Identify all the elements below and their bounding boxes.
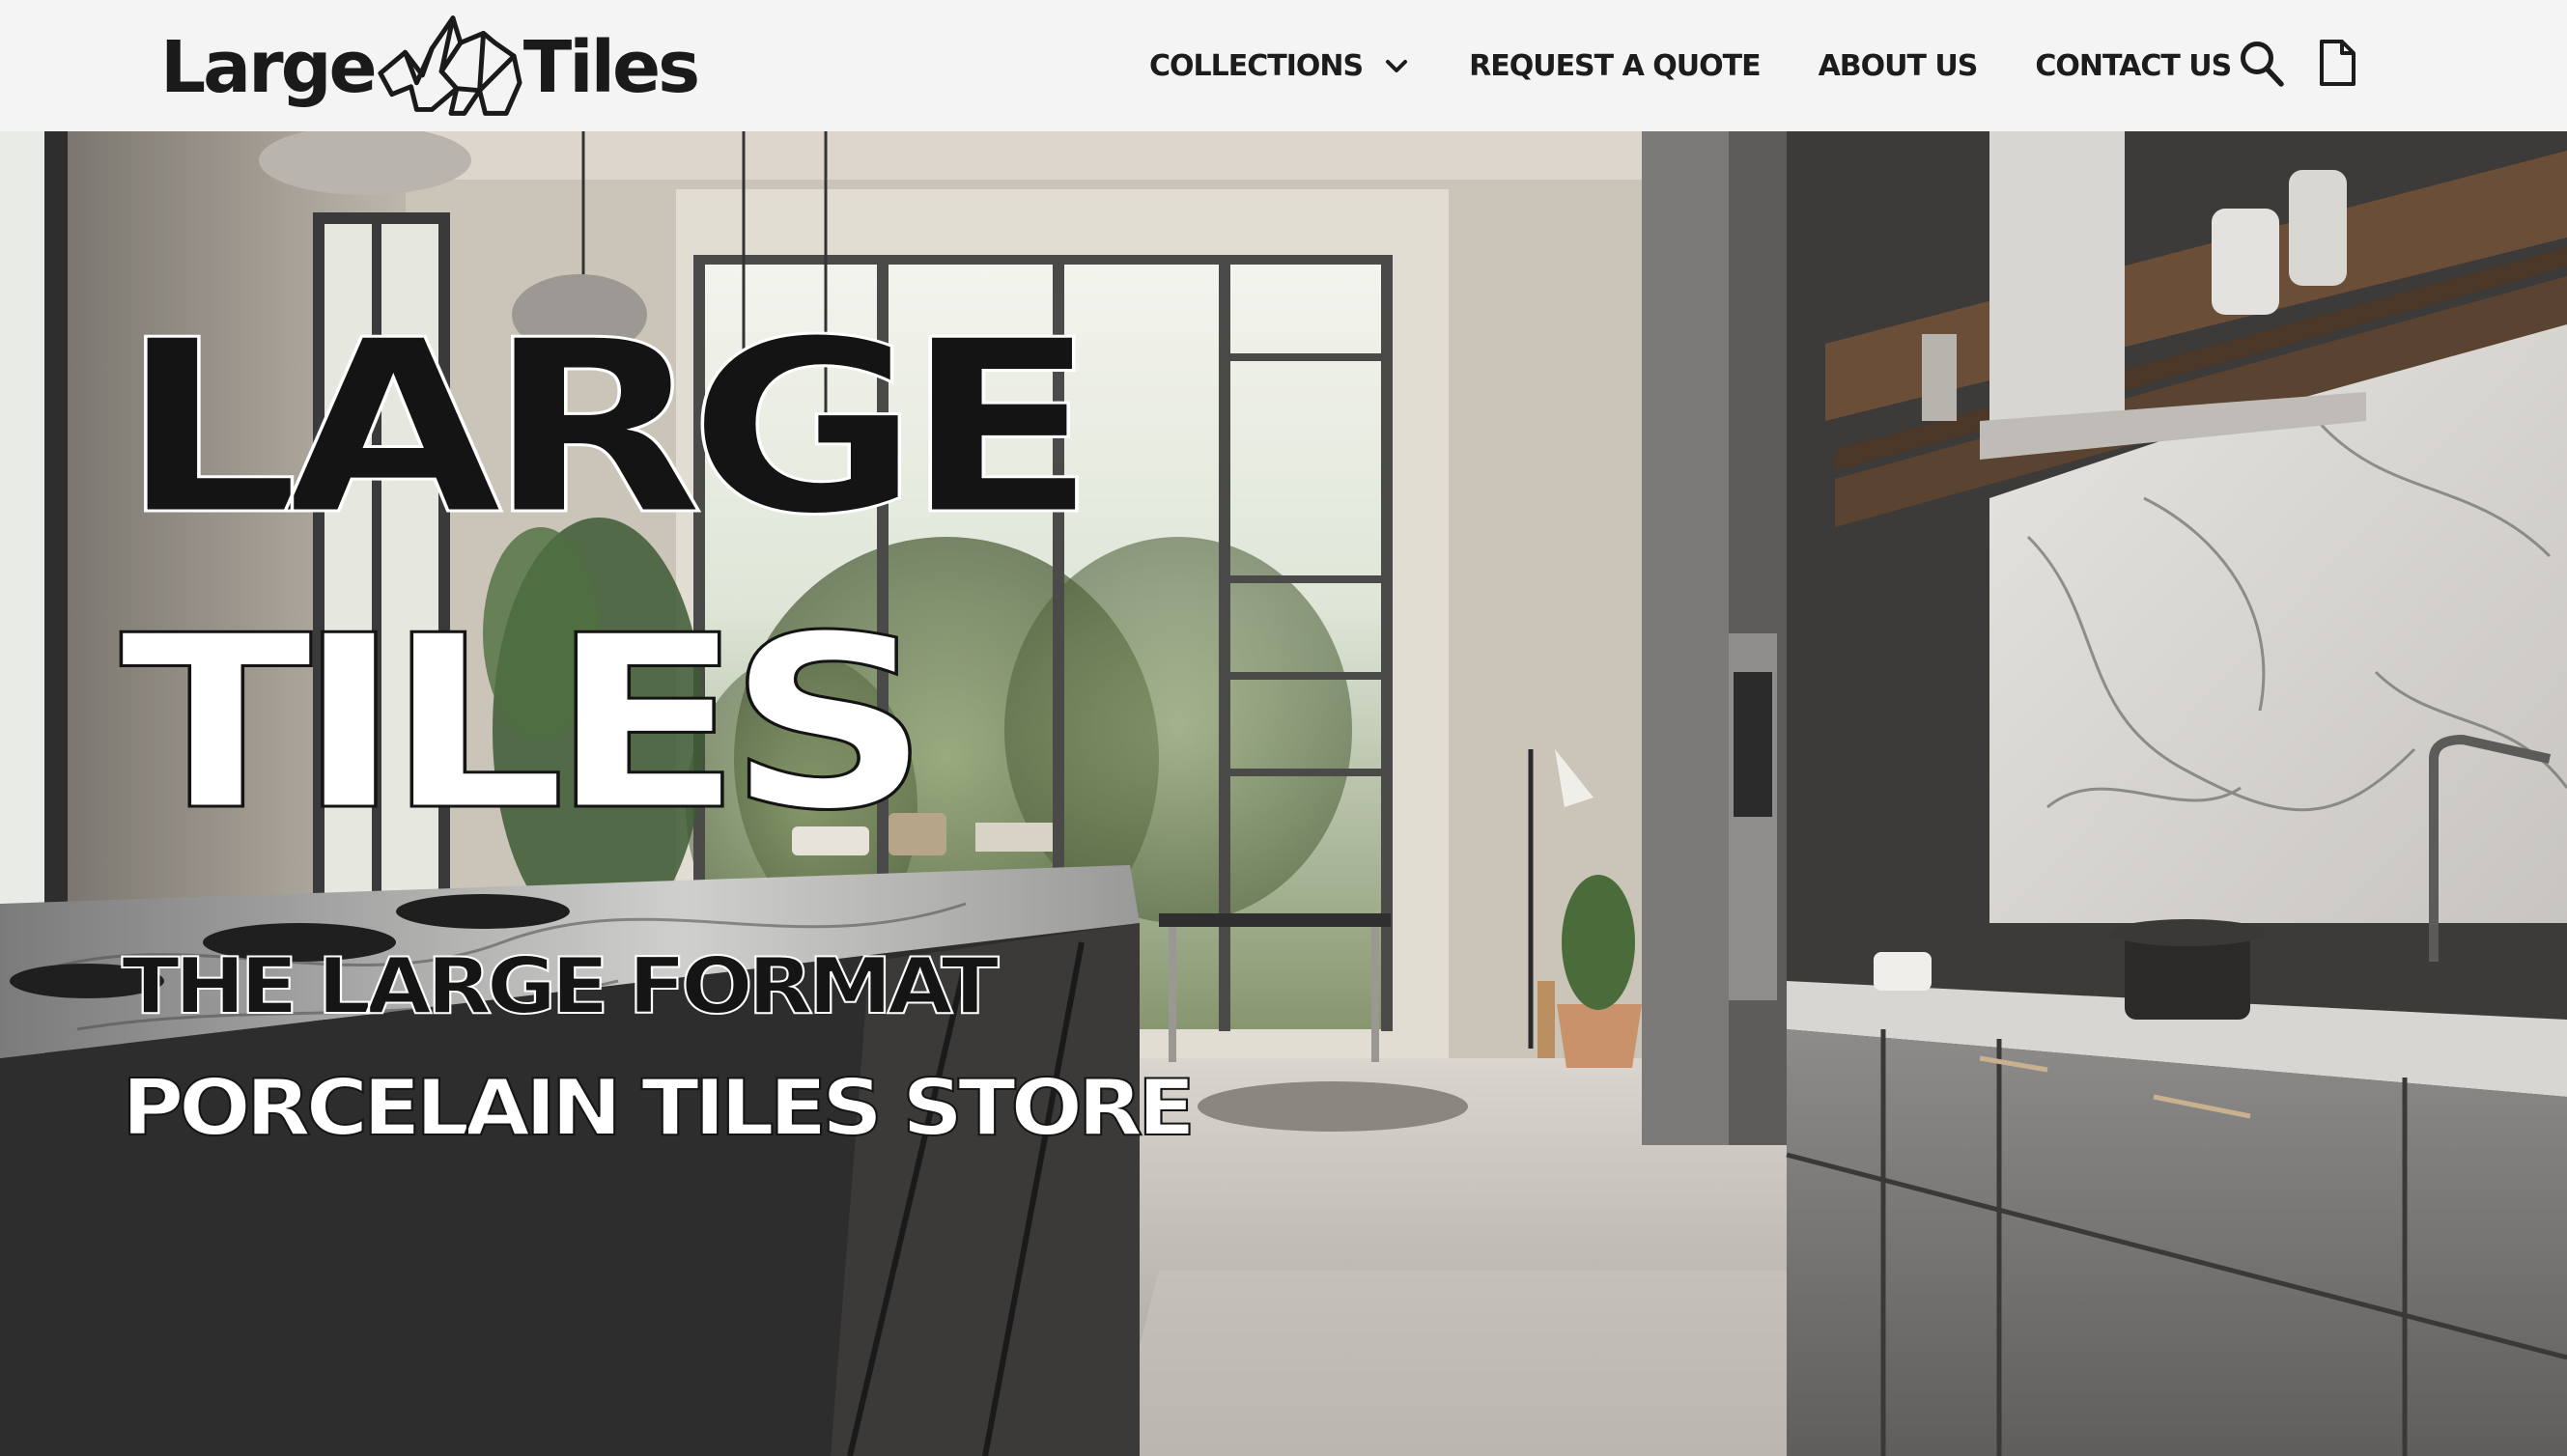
nav-collections[interactable]: COLLECTIONS (1149, 49, 1411, 83)
chevron-down-icon[interactable] (1382, 51, 1411, 80)
nav-collections-label: COLLECTIONS (1149, 48, 1364, 83)
hero-subtitle-line1: THE LARGE FORMAT (121, 941, 1001, 1031)
site-header: Large Tiles COLLECTIONS REQUEST A QUOTE … (0, 0, 2567, 131)
search-icon[interactable] (2239, 40, 2285, 88)
logo-word-right: Tiles (522, 26, 700, 109)
nav-about-us[interactable]: ABOUT US (1819, 49, 1979, 83)
main-nav: COLLECTIONS REQUEST A QUOTE ABOUT US CON… (1149, 0, 2232, 131)
hero-subtitle-line2: PORCELAIN TILES STORE (121, 1063, 1197, 1153)
logo-word-left: Large (160, 26, 378, 109)
nav-request-quote[interactable]: REQUEST A QUOTE (1469, 49, 1761, 83)
rhino-logo-icon (378, 15, 522, 116)
document-icon[interactable] (2318, 39, 2356, 87)
hero-section: LARGE TILES THE LARGE FORMAT PORCELAIN T… (0, 131, 2567, 1456)
hero-title-line2: TILES (118, 585, 932, 863)
hero-title-line1: LARGE (118, 290, 1099, 568)
nav-contact-us[interactable]: CONTACT US (2035, 49, 2232, 83)
site-logo[interactable]: Large Tiles (160, 10, 700, 126)
